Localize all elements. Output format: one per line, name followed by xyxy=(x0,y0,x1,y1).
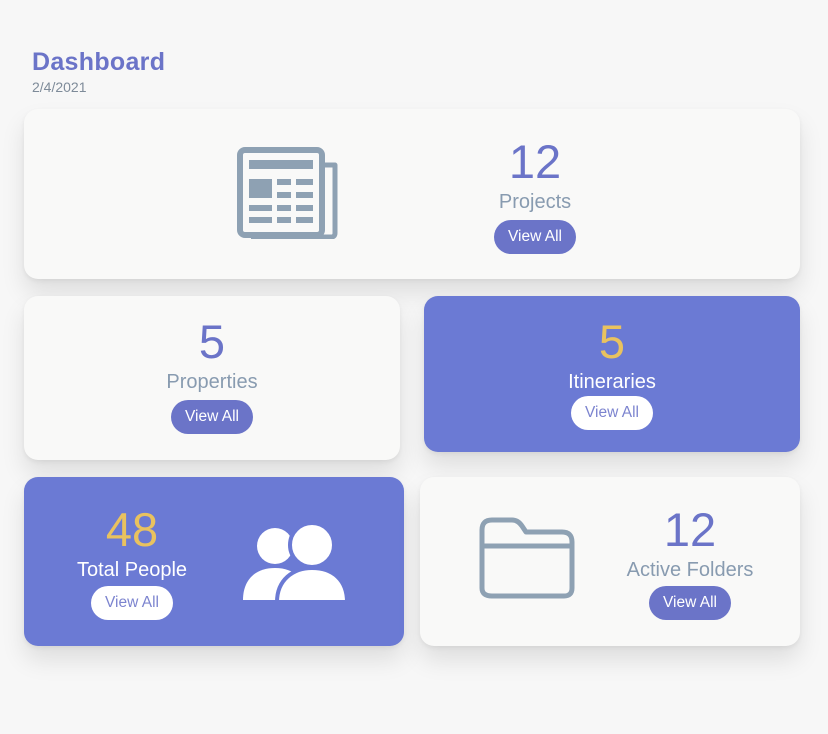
itineraries-stat: 5 Itineraries View All xyxy=(532,316,692,430)
projects-stat: 12 Projects View All xyxy=(465,136,605,254)
total-people-card: 48 Total People View All xyxy=(24,477,404,646)
projects-view-all-button[interactable]: View All xyxy=(494,220,576,254)
people-label: Total People xyxy=(76,559,188,581)
itineraries-view-all-button[interactable]: View All xyxy=(571,396,653,430)
properties-view-all-button[interactable]: View All xyxy=(171,400,253,434)
folder-icon xyxy=(479,517,575,599)
properties-count: 5 xyxy=(198,315,226,368)
itineraries-card: 5 Itineraries View All xyxy=(424,296,800,452)
people-count: 48 xyxy=(105,503,159,556)
itineraries-count: 5 xyxy=(598,315,626,368)
newspaper-icon xyxy=(237,147,338,239)
projects-count: 12 xyxy=(508,135,562,188)
people-icon xyxy=(243,522,349,602)
people-stat: 48 Total People View All xyxy=(57,504,207,620)
folders-stat: 12 Active Folders View All xyxy=(610,504,770,620)
properties-label: Properties xyxy=(166,371,258,393)
folders-count: 12 xyxy=(663,503,717,556)
page-title: Dashboard xyxy=(32,48,166,76)
people-view-all-button[interactable]: View All xyxy=(91,586,173,620)
projects-card: 12 Projects View All xyxy=(24,109,800,279)
projects-label: Projects xyxy=(498,191,572,213)
page-header: Dashboard 2/4/2021 xyxy=(32,46,165,95)
itineraries-label: Itineraries xyxy=(568,371,656,393)
folders-label: Active Folders xyxy=(626,559,754,581)
properties-stat: 5 Properties View All xyxy=(132,316,292,434)
properties-card: 5 Properties View All xyxy=(24,296,400,460)
folders-view-all-button[interactable]: View All xyxy=(649,586,731,620)
page-date: 2/4/2021 xyxy=(32,79,87,95)
active-folders-card: 12 Active Folders View All xyxy=(420,477,800,646)
